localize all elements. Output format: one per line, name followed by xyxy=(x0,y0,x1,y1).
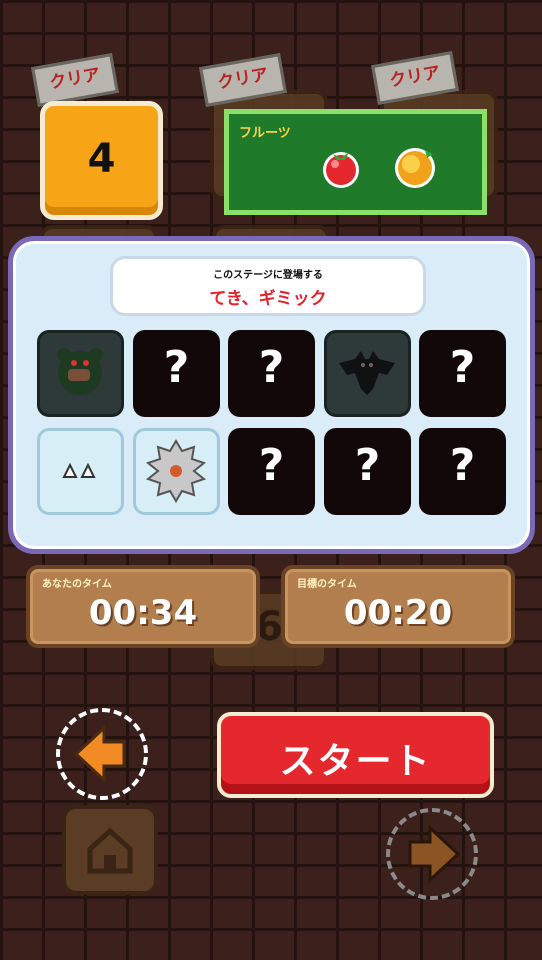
current-level-tile[interactable]: 4 xyxy=(40,101,163,220)
cell-spikes[interactable] xyxy=(37,428,124,515)
cell-unknown[interactable]: ? xyxy=(228,428,315,515)
panel-header: このステージに登場する てき、ギミック xyxy=(113,259,423,313)
cell-unknown[interactable]: ? xyxy=(228,330,315,417)
cell-pig-enemy[interactable] xyxy=(37,330,124,417)
cell-unknown[interactable]: ? xyxy=(419,428,506,515)
cell-saw-blade[interactable] xyxy=(133,428,220,515)
cell-unknown[interactable]: ? xyxy=(419,330,506,417)
pig-enemy-icon xyxy=(57,348,103,395)
start-button-label: スタート xyxy=(279,741,432,782)
bat-enemy-icon xyxy=(339,351,395,395)
panel-subtitle: このステージに登場する xyxy=(213,270,323,281)
question-mark: ? xyxy=(449,342,476,393)
question-mark: ? xyxy=(258,440,285,491)
your-time-box: あなたのタイム 00:34 xyxy=(26,565,260,648)
arrow-left-icon xyxy=(73,724,126,784)
home-icon xyxy=(87,827,133,874)
home-button[interactable] xyxy=(62,805,158,895)
your-time-label: あなたのタイム xyxy=(42,579,112,590)
target-time-label: 目標のタイム xyxy=(297,579,357,590)
cell-unknown[interactable]: ? xyxy=(324,428,411,515)
arrow-right-icon xyxy=(408,824,461,884)
spikes-icon xyxy=(62,462,96,478)
current-level-number: 4 xyxy=(87,136,116,182)
question-mark: ? xyxy=(163,342,190,393)
fruits-box: フルーツ xyxy=(224,109,487,215)
fruits-title: フルーツ xyxy=(239,126,291,141)
panel-title: てき、ギミック xyxy=(209,289,327,309)
question-mark: ? xyxy=(449,440,476,491)
target-time-box: 目標のタイム 00:20 xyxy=(281,565,515,648)
enemies-gimmicks-panel: このステージに登場する てき、ギミック ? ? ? ? ? ? xyxy=(8,236,535,554)
tomato-icon xyxy=(323,152,359,188)
next-level-button[interactable] xyxy=(386,808,478,900)
previous-level-button[interactable] xyxy=(56,708,148,800)
your-time-value: 00:34 xyxy=(88,593,198,633)
cell-unknown[interactable]: ? xyxy=(133,330,220,417)
orange-icon xyxy=(395,148,435,188)
question-mark: ? xyxy=(354,440,381,491)
question-mark: ? xyxy=(258,342,285,393)
start-button[interactable]: スタート xyxy=(217,712,494,798)
saw-blade-icon xyxy=(145,439,207,503)
target-time-value: 00:20 xyxy=(343,593,453,633)
cell-bat-enemy[interactable] xyxy=(324,330,411,417)
